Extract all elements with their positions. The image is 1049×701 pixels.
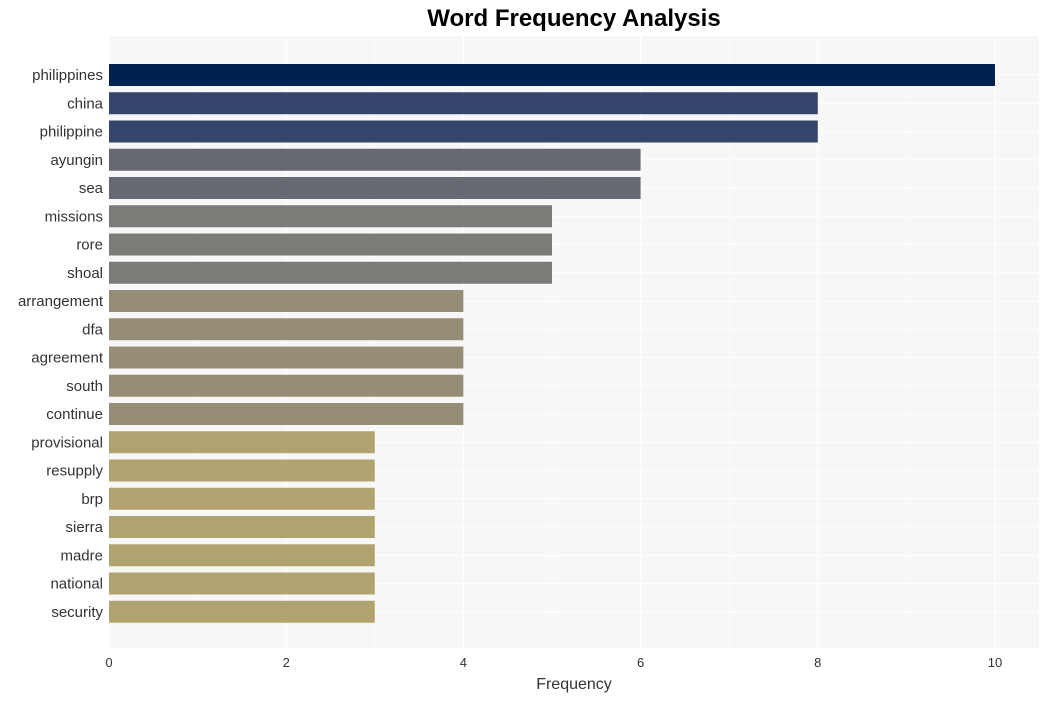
bar-missions: [109, 205, 552, 228]
bar-shoal: [109, 261, 552, 284]
bar-madre: [109, 544, 375, 567]
bar-brp: [109, 487, 375, 510]
y-tick-label: sierra: [65, 519, 103, 536]
y-tick-label: philippine: [40, 124, 103, 141]
x-tick-label: 6: [637, 655, 644, 670]
y-tick-label: brp: [81, 491, 103, 508]
y-tick-label: provisional: [31, 434, 103, 451]
bar-arrangement: [109, 290, 464, 312]
y-tick-label: philippines: [32, 67, 103, 84]
y-tick-label: resupply: [46, 463, 103, 480]
bar-philippine: [109, 120, 818, 143]
y-tick-label: madre: [60, 547, 103, 564]
y-tick-label: agreement: [31, 350, 104, 367]
bar-rore: [109, 233, 552, 256]
x-tick-label: 10: [988, 655, 1002, 670]
bar-dfa: [109, 318, 464, 341]
bar-sierra: [109, 516, 375, 538]
y-tick-label: sea: [79, 180, 104, 197]
bar-philippines: [109, 64, 995, 86]
bar-chart: philippines china philippine ayungin sea miss…: [18, 36, 1039, 693]
bar-continue: [109, 403, 464, 425]
bar-resupply: [109, 459, 375, 482]
bar-provisional: [109, 431, 375, 454]
bar-south: [109, 374, 464, 397]
x-axis-ticks: 0 2 4 6 8 10: [105, 655, 1002, 670]
y-axis-labels: philippines china philippine ayungin sea miss…: [18, 67, 104, 621]
y-tick-label: missions: [45, 208, 103, 225]
bar-china: [109, 92, 818, 115]
x-axis-label: Frequency: [536, 676, 612, 693]
bar-security: [109, 600, 375, 623]
x-tick-label: 0: [105, 655, 112, 670]
y-tick-label: continue: [46, 406, 103, 423]
y-tick-label: dfa: [82, 321, 104, 338]
y-tick-label: china: [67, 95, 104, 112]
x-tick-label: 4: [460, 655, 467, 670]
x-tick-label: 8: [814, 655, 821, 670]
y-tick-label: national: [50, 576, 103, 593]
bar-national: [109, 572, 375, 595]
bar-sea: [109, 177, 641, 199]
y-tick-label: rore: [76, 237, 103, 254]
bar-ayungin: [109, 148, 641, 171]
y-tick-label: ayungin: [50, 152, 103, 169]
bar-agreement: [109, 346, 464, 369]
y-tick-label: arrangement: [18, 293, 104, 310]
y-tick-label: security: [51, 604, 103, 621]
x-tick-label: 2: [283, 655, 290, 670]
y-tick-label: shoal: [67, 265, 103, 282]
y-tick-label: south: [66, 378, 103, 395]
